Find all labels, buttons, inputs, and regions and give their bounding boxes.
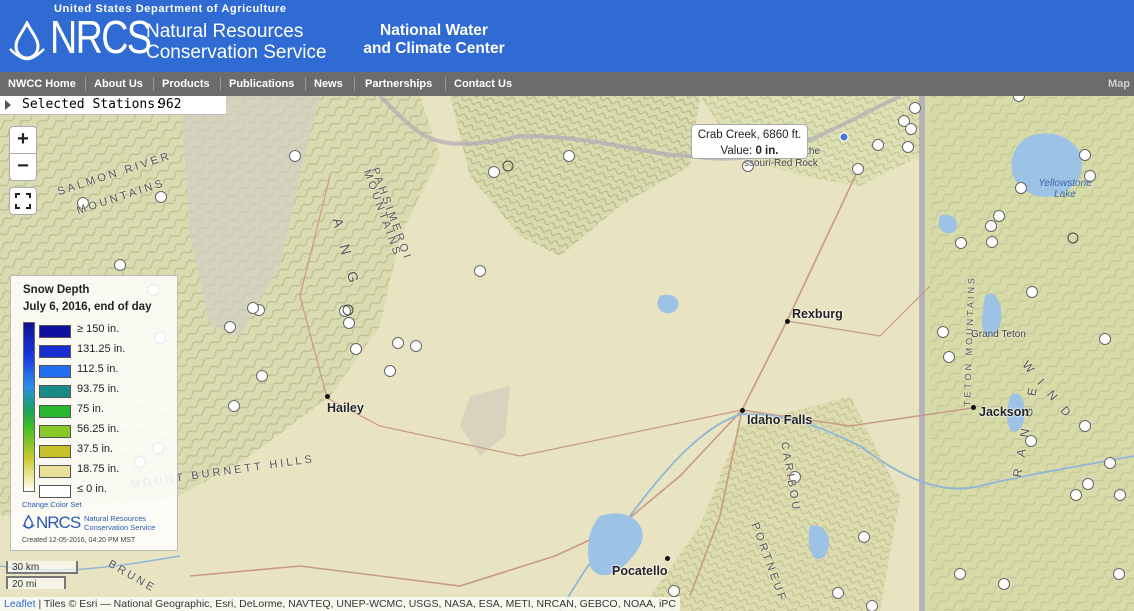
legend-swatch [39, 425, 71, 438]
leaflet-link[interactable]: Leaflet [4, 598, 36, 610]
nrcs-logo-text[interactable]: NRCS [50, 14, 152, 60]
nav-news[interactable]: News [314, 72, 343, 96]
nav-map[interactable]: Map [1108, 72, 1130, 96]
legend-swatch [39, 385, 71, 398]
snow-depth-legend: Snow Depth July 6, 2016, end of day ≥ 15… [10, 275, 178, 551]
nrcs-drop-icon[interactable] [8, 21, 46, 61]
zoom-in-button[interactable]: + [9, 126, 37, 154]
legend-label: 37.5 in. [77, 443, 114, 455]
legend-label: 131.25 in. [77, 343, 126, 355]
legend-swatch [39, 405, 71, 418]
nav-separator [153, 77, 154, 91]
legend-logo-line-2: Conservation Service [84, 523, 156, 532]
logo-line-1: Natural Resources [146, 21, 304, 42]
tiles-attribution: | Tiles © Esri — National Geographic, Es… [35, 598, 676, 610]
legend-logo-line-1: Natural Resources [84, 514, 147, 523]
tooltip-station-name: Crab Creek, 6860 ft. [697, 129, 802, 141]
nav-bar: NWCC Home About Us Products Publications… [0, 72, 1134, 96]
city-dot-rexburg [785, 319, 790, 324]
header-banner: United States Department of Agriculture … [0, 0, 1134, 72]
center-title-line-1: National Water [380, 22, 488, 39]
center-title-line-2: and Climate Center [363, 40, 505, 57]
zoom-out-button[interactable]: − [9, 153, 37, 181]
legend-nrcs-logo: NRCS Natural Resources Conservation Serv… [22, 512, 172, 534]
city-label-rexburg: Rexburg [792, 307, 843, 321]
expand-triangle-icon[interactable] [5, 100, 11, 110]
legend-label: ≥ 150 in. [77, 323, 120, 335]
feature-red-rock-partial: ssouri-Red Rock [744, 158, 818, 169]
city-label-jackson: Jackson [979, 405, 1030, 419]
nav-partnerships[interactable]: Partnerships [365, 72, 432, 96]
legend-title: Snow Depth [23, 284, 90, 296]
legend-label: ≤ 0 in. [77, 483, 107, 495]
legend-label: 112.5 in. [77, 363, 119, 375]
center-title: National Water and Climate Center [336, 22, 532, 58]
legend-date: July 6, 2016, end of day [23, 301, 152, 313]
selected-stations-panel[interactable]: Selected Stations: 962 [0, 96, 226, 115]
city-dot-hailey [325, 394, 330, 399]
map-attribution: Leaflet | Tiles © Esri — National Geogra… [0, 597, 680, 611]
nav-about-us[interactable]: About Us [94, 72, 143, 96]
selected-stations-count: 962 [158, 97, 182, 112]
nav-products[interactable]: Products [162, 72, 210, 96]
legend-logo-text: NRCS [36, 513, 81, 532]
change-color-set-link[interactable]: Change Color Set [22, 500, 82, 509]
nav-contact-us[interactable]: Contact Us [454, 72, 512, 96]
tooltip-value-label: Value: [720, 145, 753, 157]
map-scale: 30 km 20 mi [6, 561, 78, 590]
legend-label: 75 in. [77, 403, 104, 415]
nav-separator [220, 77, 221, 91]
city-dot-pocatello [665, 556, 670, 561]
fullscreen-button[interactable] [9, 187, 37, 215]
selected-stations-label: Selected Stations: [22, 97, 163, 112]
fullscreen-icon [15, 193, 31, 209]
feature-grand-teton: Grand Teton [971, 329, 1026, 340]
feature-yellowstone-lake: Yellowstone Lake [1038, 178, 1092, 200]
nav-separator [445, 77, 446, 91]
city-label-hailey: Hailey [327, 401, 364, 415]
legend-swatch [39, 485, 71, 498]
legend-gradient-bar [23, 322, 35, 492]
city-dot-jackson [971, 405, 976, 410]
city-label-pocatello: Pocatello [612, 564, 668, 578]
nav-separator [85, 77, 86, 91]
legend-swatch [39, 445, 71, 458]
legend-swatch [39, 325, 71, 338]
nav-nwcc-home[interactable]: NWCC Home [8, 72, 76, 96]
nav-separator [305, 77, 306, 91]
legend-swatch [39, 345, 71, 358]
legend-swatch [39, 365, 71, 378]
tooltip-value: 0 in. [755, 145, 779, 157]
logo-line-2: Conservation Service [146, 42, 327, 63]
nav-publications[interactable]: Publications [229, 72, 294, 96]
scale-km: 30 km [6, 561, 78, 574]
legend-created-date: Created 12-05-2016, 04:20 PM MST [22, 537, 136, 544]
legend-swatch [39, 465, 71, 478]
scale-mi: 20 mi [6, 576, 66, 590]
nav-separator [354, 77, 355, 91]
city-label-idaho-falls: Idaho Falls [747, 413, 813, 427]
station-tooltip: Crab Creek, 6860 ft. Value: 0 in. [691, 124, 808, 159]
nrcs-drop-icon [22, 514, 35, 529]
city-dot-idaho-falls [740, 408, 745, 413]
legend-label: 93.75 in. [77, 383, 120, 395]
legend-label: 18.75 in. [77, 463, 120, 475]
legend-label: 56.25 in. [77, 423, 120, 435]
